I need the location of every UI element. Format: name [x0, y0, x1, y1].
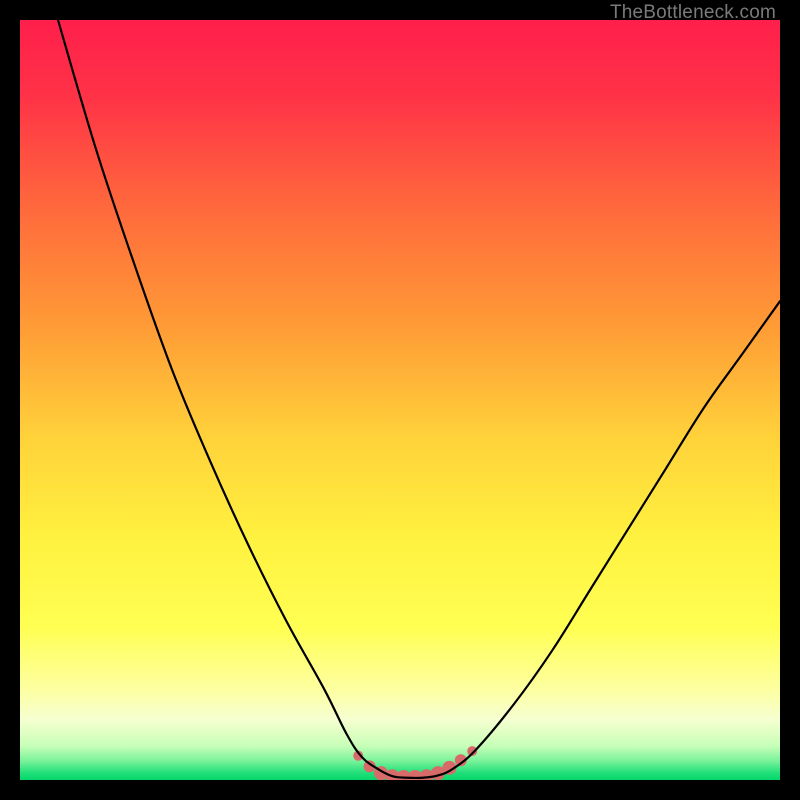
- chart-svg: [20, 20, 780, 780]
- bottleneck-curve: [58, 20, 780, 778]
- plot-area: [20, 20, 780, 780]
- outer-frame: TheBottleneck.com: [0, 0, 800, 800]
- valley-marker-layer: [353, 746, 477, 780]
- watermark-text: TheBottleneck.com: [610, 2, 776, 24]
